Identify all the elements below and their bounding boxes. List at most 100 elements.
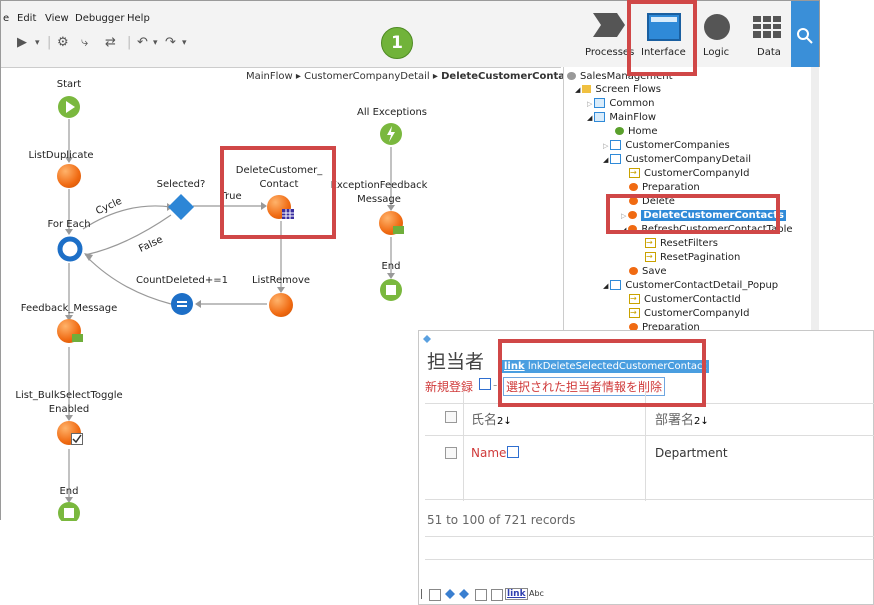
processes-icon [593, 13, 625, 37]
search-button[interactable] [791, 1, 819, 67]
tree-item-label: MainFlow [609, 112, 657, 123]
selected-label: Selected? [156, 179, 206, 190]
message-icon [72, 334, 83, 342]
expand-icon[interactable]: ◢ [587, 114, 592, 122]
container-icon[interactable] [429, 589, 441, 601]
tree-item[interactable]: ◢ MainFlow [587, 112, 656, 123]
tree-item-label: CustomerContactDetail_Popup [625, 280, 779, 291]
tree-item-label: Common [609, 98, 655, 109]
screen-icon [610, 140, 622, 150]
panel-title: 担当者 [427, 351, 485, 373]
tree-item-label: Preparation [642, 182, 700, 193]
tree-item-label: ResetPagination [660, 252, 741, 263]
tab-processes[interactable]: Processes [581, 1, 634, 67]
column-name-label: 氏名 [471, 413, 498, 428]
input-parameter-icon: → [629, 168, 640, 178]
flow-icon [594, 98, 606, 108]
divider [425, 435, 874, 436]
expand-icon[interactable]: ◢ [575, 86, 580, 94]
selected-decision-node[interactable] [167, 193, 195, 221]
input-parameter-icon: → [629, 294, 640, 304]
divider [463, 391, 464, 501]
tree-item[interactable]: → CustomerCompanyId [629, 308, 749, 319]
collapse-icon[interactable]: ▷ [603, 142, 608, 150]
row-checkbox[interactable] [445, 447, 457, 459]
tree-item-label: ResetFilters [660, 238, 718, 249]
tree-item-label: CustomerCompanyId [644, 308, 750, 319]
container-icon[interactable] [475, 589, 487, 601]
list-bulk-label-1: List_BulkSelectToggle [15, 390, 123, 401]
tree-item-label: CustomerContactId [644, 294, 741, 305]
all-exceptions-label: All Exceptions [357, 107, 427, 118]
tree-item-label: Save [642, 266, 667, 277]
tree-item[interactable]: Home [615, 126, 658, 137]
list-remove-node[interactable] [269, 293, 293, 317]
action-icon [629, 183, 638, 191]
end-label: End [59, 486, 79, 497]
expand-icon[interactable]: ◢ [603, 282, 608, 290]
module-icon [567, 72, 576, 80]
text-widget-icon[interactable]: Abc [529, 589, 544, 598]
end-node[interactable] [57, 501, 81, 521]
data-icon [753, 16, 781, 38]
search-icon [797, 28, 813, 44]
tree-item-label: Screen Flows [595, 84, 661, 95]
tree-item[interactable]: ◢ Screen Flows [575, 84, 661, 95]
divider [421, 589, 422, 599]
tab-logic-label: Logic [703, 47, 730, 58]
tree-item[interactable]: Save [629, 266, 667, 277]
tree-item[interactable]: Preparation [629, 182, 700, 193]
screen-icon [610, 280, 622, 290]
collapse-icon[interactable]: ▷ [587, 100, 592, 108]
screen-icon [610, 154, 622, 164]
message-icon [393, 226, 404, 234]
exception-handler-node[interactable] [379, 122, 403, 146]
separator: - [493, 378, 498, 392]
tree-item[interactable]: → ResetPagination [645, 252, 740, 263]
folder-icon [582, 85, 592, 93]
flow-icon [594, 112, 606, 122]
highlight-tree-selection [606, 194, 780, 234]
feedback-message-label: Feedback_Message [20, 303, 118, 314]
tab-data-label: Data [757, 47, 781, 58]
new-link[interactable]: 新規登録 [425, 378, 473, 395]
exception-feedback-label-2: Message [357, 194, 401, 205]
tab-logic[interactable]: Logic [697, 1, 743, 67]
count-deleted-label: CountDeleted+=1 [135, 275, 229, 286]
input-parameter-icon: → [629, 308, 640, 318]
row-name-link[interactable]: Name [471, 446, 506, 460]
tree-item[interactable]: ▷ CustomerCompanies [603, 140, 730, 151]
container-icon[interactable] [491, 589, 503, 601]
tree-item[interactable]: → ResetFilters [645, 238, 718, 249]
start-node[interactable] [57, 95, 81, 119]
tree-item[interactable]: ▷ Common [587, 98, 654, 109]
diamond-icon[interactable] [445, 589, 455, 599]
expand-icon[interactable]: ◢ [603, 156, 608, 164]
tab-data[interactable]: Data [747, 1, 787, 67]
for-each-node[interactable] [57, 236, 83, 262]
assign-node[interactable] [170, 292, 194, 316]
select-all-checkbox[interactable] [445, 411, 457, 423]
list-remove-label: ListRemove [251, 275, 311, 286]
column-dept-label: 部署名 [655, 413, 695, 428]
records-count: 51 to 100 of 721 records [427, 513, 576, 527]
divider [425, 499, 874, 500]
tree-item[interactable]: ◢ CustomerCompanyDetail [603, 154, 751, 165]
link-widget-icon[interactable]: link [505, 588, 528, 600]
column-name[interactable]: 氏名2↓ [471, 409, 512, 428]
popup-icon [507, 446, 519, 458]
input-parameter-icon: → [645, 252, 656, 262]
tree-item-label: CustomerCompanies [625, 140, 730, 151]
popup-icon [479, 378, 491, 390]
tree-item[interactable]: → CustomerContactId [629, 294, 741, 305]
tree-item[interactable]: → CustomerCompanyId [629, 168, 749, 179]
tree-scrollbar[interactable] [811, 67, 819, 337]
list-duplicate-node[interactable] [57, 164, 81, 188]
column-department[interactable]: 部署名2↓ [655, 409, 709, 428]
action-icon [629, 267, 638, 275]
checkbox-icon [71, 433, 83, 445]
tree-item[interactable]: ◢ CustomerContactDetail_Popup [603, 280, 778, 291]
diamond-icon[interactable] [459, 589, 469, 599]
exception-end-node[interactable] [379, 278, 403, 302]
for-each-label: For Each [47, 219, 91, 230]
